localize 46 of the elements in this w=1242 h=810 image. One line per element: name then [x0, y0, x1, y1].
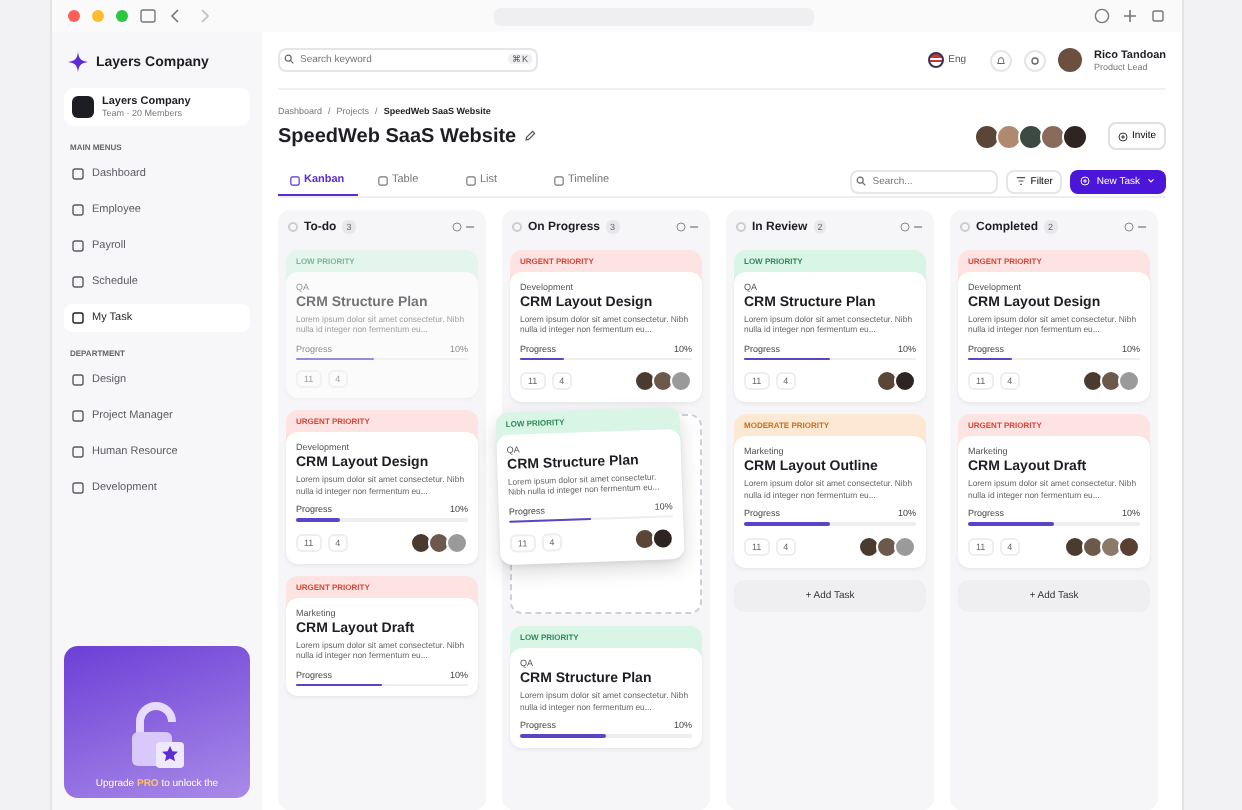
square-icon: [72, 240, 84, 252]
square-icon: [290, 175, 300, 185]
add-and-more-icon[interactable]: [1124, 222, 1148, 232]
maximize-dot[interactable]: [116, 10, 128, 22]
caret-icon: [1146, 176, 1156, 186]
settings-button[interactable]: [1024, 49, 1047, 71]
square-icon: [72, 446, 84, 458]
back-icon[interactable]: [168, 8, 184, 24]
plus-circle-icon: [1118, 131, 1129, 141]
add-and-more-icon[interactable]: [452, 222, 476, 232]
filter-icon: [1016, 176, 1027, 186]
square-icon: [72, 204, 84, 216]
add-and-more-icon[interactable]: [900, 222, 924, 232]
square-icon: [72, 276, 84, 288]
square-icon: [554, 175, 564, 185]
square-icon: [72, 374, 84, 386]
square-icon: [72, 482, 84, 494]
search-icon: [856, 175, 867, 185]
padlock-drawing: [127, 702, 187, 770]
flag-icon: [928, 52, 945, 68]
team-logo-icon: [72, 96, 94, 118]
tabs-icon[interactable]: [1150, 8, 1166, 24]
circle-icon: [288, 222, 298, 232]
sidebar-icon[interactable]: [140, 8, 156, 24]
square-icon: [378, 175, 388, 185]
square-icon: [72, 168, 84, 180]
circle-icon: [960, 222, 970, 232]
add-and-more-icon[interactable]: [676, 222, 700, 232]
square-icon: [72, 312, 84, 324]
notification-button[interactable]: [990, 49, 1013, 71]
square-icon: [72, 410, 84, 422]
square-icon: [466, 175, 476, 185]
close-dot[interactable]: [68, 10, 80, 22]
settings-icon: [1030, 55, 1041, 65]
circle-icon: [512, 222, 522, 232]
forward-icon[interactable]: [196, 8, 212, 24]
search-icon: [284, 54, 294, 64]
bell-icon: [996, 55, 1007, 65]
plus-circle-icon: [1080, 176, 1091, 186]
sparkle-logo-icon: [68, 52, 88, 72]
user-avatar[interactable]: [1058, 48, 1083, 72]
plus-icon[interactable]: [1122, 8, 1138, 24]
pencil-icon[interactable]: [524, 130, 537, 142]
project-title: SpeedWeb SaaS Website: [278, 125, 517, 147]
minimize-dot[interactable]: [92, 10, 104, 22]
circle-icon: [736, 222, 746, 232]
